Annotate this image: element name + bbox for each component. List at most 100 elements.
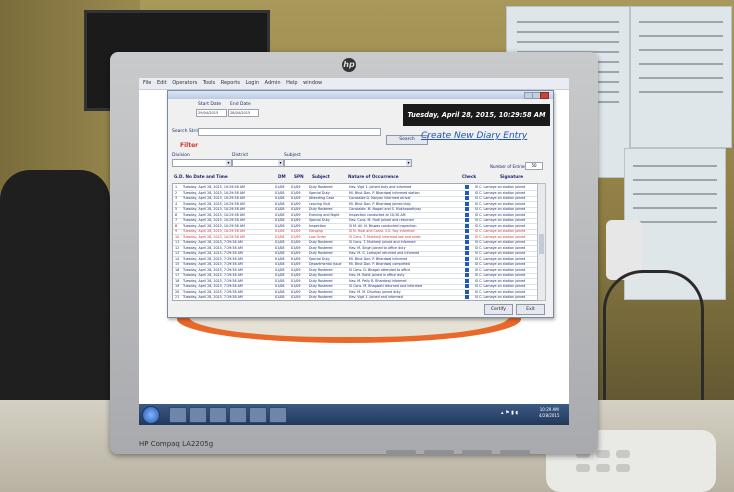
check-box[interactable]: [465, 218, 469, 222]
grid-scrollbar[interactable]: [537, 183, 546, 301]
division-dropdown[interactable]: ▾: [172, 159, 232, 167]
row-subject: Duty Rostered: [309, 289, 333, 294]
row-date: Tuesday, April 28, 2015, 10:29:58 AM: [183, 201, 245, 206]
row-subject: Leaving Visit: [309, 201, 330, 206]
screen: File Edit Operators Tools Reports Login …: [139, 78, 569, 425]
filter-label: Filter: [180, 142, 199, 149]
check-box[interactable]: [465, 223, 469, 228]
row-subject: Inspection: [309, 223, 327, 228]
column-header-gd[interactable]: G.D. No Date and Time: [174, 174, 228, 179]
menu-tools[interactable]: Tools: [203, 80, 215, 86]
row-spn: 01/09: [291, 207, 301, 211]
row-number: 20: [175, 289, 180, 294]
certify-button[interactable]: Certify: [484, 304, 513, 315]
row-dm: 01/08: [275, 196, 285, 200]
row-date: Tuesday, April 28, 2015, 10:29:58 AM: [183, 185, 245, 189]
check-box[interactable]: [465, 190, 469, 195]
row-subject: Duty Rostered: [309, 273, 333, 277]
menu-file[interactable]: File: [143, 80, 151, 86]
check-box[interactable]: [465, 245, 469, 250]
check-box[interactable]: [465, 267, 469, 272]
row-dm: 01/08: [275, 262, 285, 266]
menu-edit[interactable]: Edit: [157, 80, 167, 86]
check-box[interactable]: [465, 185, 469, 189]
app-icon[interactable]: [269, 407, 287, 423]
check-box[interactable]: [465, 251, 469, 255]
column-header-check[interactable]: Check: [462, 174, 476, 179]
row-nature: Ml. Bhut Don. P. Bhardwaj informed stati…: [349, 190, 420, 195]
row-date: Tuesday, April 28, 2015, 10:29:58 AM: [183, 212, 245, 217]
check-box[interactable]: [465, 295, 469, 299]
scrollbar-thumb[interactable]: [539, 234, 544, 254]
row-spn: 01/09: [291, 234, 301, 239]
tray-icons[interactable]: ▴ ⚑ ▮ ◖: [501, 410, 518, 416]
row-dm: 01/08: [275, 185, 285, 189]
column-header-spn[interactable]: SPN: [294, 174, 304, 179]
row-number: 8: [175, 223, 178, 228]
check-box[interactable]: [465, 289, 469, 294]
check-box[interactable]: [465, 278, 469, 283]
row-signature: SI C. Lamaye on station joined: [475, 240, 526, 244]
column-header-signature[interactable]: Signature: [500, 174, 523, 179]
row-number: 14: [175, 256, 180, 261]
ie-icon[interactable]: [169, 407, 187, 423]
row-date: Tuesday, April 28, 2015, 10:29:58 AM: [183, 229, 245, 233]
row-number: 19: [175, 284, 180, 288]
app-icon[interactable]: [249, 407, 267, 423]
row-nature: Hav. Vigil 1. Joined duty and informed: [349, 185, 412, 189]
chrome-icon[interactable]: [229, 407, 247, 423]
menu-operators[interactable]: Operators: [172, 80, 197, 86]
column-header-dm[interactable]: DM: [278, 174, 286, 179]
folder-icon[interactable]: [189, 407, 207, 423]
check-box[interactable]: [465, 273, 469, 277]
exit-button[interactable]: Exit: [516, 304, 545, 315]
media-player-icon[interactable]: [209, 407, 227, 423]
menu-window[interactable]: window: [303, 80, 322, 86]
end-date-field[interactable]: 28/04/2015: [228, 109, 259, 117]
menu-reports[interactable]: Reports: [221, 80, 240, 86]
search-input[interactable]: [198, 128, 381, 136]
number-of-entries-field[interactable]: 50: [525, 162, 543, 170]
check-box[interactable]: [465, 262, 469, 266]
check-box[interactable]: [465, 256, 469, 261]
check-box[interactable]: [465, 212, 469, 217]
subject-dropdown[interactable]: ▾: [284, 159, 412, 167]
row-spn: 01/09: [291, 267, 301, 272]
check-box[interactable]: [465, 284, 469, 288]
start-button[interactable]: [142, 406, 160, 424]
row-subject: Duty Rostered: [309, 267, 333, 272]
row-nature: SI Cons. D. Bhagat attended to office: [349, 267, 411, 272]
check-box[interactable]: [465, 207, 469, 211]
row-signature: SI C. Lamaye on station joined: [475, 223, 526, 228]
menu-login[interactable]: Login: [246, 80, 260, 86]
row-nature: SI N. Hudi and Const. S.K. Roy informed: [349, 229, 415, 233]
monitor-buttons[interactable]: [386, 441, 546, 456]
row-date: Tuesday, April 28, 2015, 7:29:58 AM: [183, 295, 243, 299]
dialog-titlebar[interactable]: [168, 91, 553, 99]
check-box[interactable]: [465, 229, 469, 233]
check-box[interactable]: [465, 240, 469, 244]
check-box[interactable]: [465, 201, 469, 206]
row-spn: 01/09: [291, 245, 301, 250]
menu-admin[interactable]: Admin: [265, 80, 281, 86]
start-date-field[interactable]: 29/04/2015: [196, 109, 227, 117]
check-box[interactable]: [465, 196, 469, 200]
check-box[interactable]: [465, 234, 469, 239]
clock[interactable]: 10:29 AM 4/28/2015: [539, 407, 560, 419]
chevron-down-icon: ▾: [226, 160, 231, 166]
create-diary-entry-link[interactable]: Create New Diary Entry: [421, 131, 527, 141]
row-subject: Duty Rostered: [309, 240, 333, 244]
district-dropdown[interactable]: ▾: [232, 159, 284, 167]
row-signature: SI C. Lamaye on station joined: [475, 289, 526, 294]
column-header-subject[interactable]: Subject: [312, 174, 330, 179]
close-button[interactable]: [540, 92, 549, 99]
row-dm: 01/08: [275, 207, 285, 211]
wall-poster: [630, 6, 732, 148]
table-row[interactable]: 21 Tuesday, April 28, 2015, 7:29:58 AM 01/…: [173, 294, 537, 300]
grid-header: G.D. No Date and Time DM SPN Subject Nat…: [172, 172, 542, 181]
column-header-nature[interactable]: Nature of Occurrence: [348, 174, 399, 179]
menu-help[interactable]: Help: [286, 80, 297, 86]
row-signature: SI C. Lamaye on station joined: [475, 256, 526, 261]
row-dm: 01/08: [275, 240, 285, 244]
row-nature: SI Cons. T. Mukherji joined and informed: [349, 240, 416, 244]
